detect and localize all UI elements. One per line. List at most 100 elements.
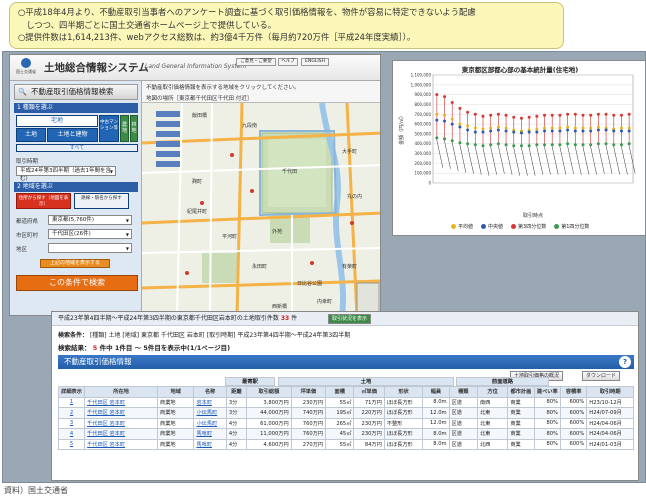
help-icon[interactable]: ? xyxy=(619,356,631,368)
table-cell: 商業地 xyxy=(156,428,195,440)
table-cell[interactable]: 馬喰町 xyxy=(193,428,227,440)
table-cell[interactable]: 3 xyxy=(57,417,86,429)
table-cell: 商業 xyxy=(507,407,535,419)
col-total-price[interactable]: 取引総額 xyxy=(246,386,292,398)
col-tsubo-price[interactable]: 坪単価 xyxy=(290,386,327,398)
data-point-1 xyxy=(519,131,523,135)
table-cell[interactable]: 小伝馬町 xyxy=(193,407,227,419)
table-cell[interactable]: 千代田区 岩本町 xyxy=(84,428,158,440)
col-region[interactable]: 地域 xyxy=(156,386,195,398)
col-city-plan[interactable]: 都市計画 xyxy=(507,386,535,398)
col-road-width[interactable]: 幅員 xyxy=(422,386,450,398)
table-cell[interactable]: 千代田区 岩本町 xyxy=(84,417,158,429)
table-cell: 商業 xyxy=(507,438,535,450)
period-select[interactable]: 平成24年第3四半期（過去1年間を含む） xyxy=(16,166,116,182)
data-point-3 xyxy=(558,143,562,147)
street-map-graphic[interactable]: 千代田 九段南 飯田橋 大手町 丸の内 有楽町 永田町 麹町 平河町 紀尾井町 … xyxy=(142,103,381,316)
show-area-button[interactable]: 上記の地域を表示する xyxy=(40,259,110,268)
table-cell[interactable]: 小伝馬町 xyxy=(193,417,227,429)
table-row[interactable]: 3 千代田区 岩本町 商業地 小伝馬町 4分 61,000万円 760万円 265㎡ 230万円… xyxy=(57,417,634,429)
results-window: 平成23年第4四半期～平成24年第3四半期の東京都千代田区岩本町の土地取引件数 … xyxy=(51,311,639,481)
price-table: 詳細表示 所在地 地域 名称 距離 取引総額 坪単価 面積 ㎡単価 形状 幅員 … xyxy=(57,386,634,450)
table-row[interactable]: 1 千代田区 岩本町 商業地 岩本町 3分 3,800万円 230万円 55㎡ 71万円 ほぼ長方… xyxy=(57,396,634,408)
col-detail[interactable]: 詳細表示 xyxy=(57,386,86,398)
type-mansion-button[interactable]: 中古マンション等 xyxy=(99,115,119,142)
col-location[interactable]: 所在地 xyxy=(84,386,158,398)
table-cell: 商業地 xyxy=(156,407,195,419)
type-forest-button[interactable]: 林地 xyxy=(130,115,138,142)
statistics-chart-window: 東京都区部都心部の基本統計量(住宅地) 1,100,000 1,000,000 90… xyxy=(392,60,645,236)
data-point-1 xyxy=(604,128,608,132)
y-tick-label: 100,000 xyxy=(414,171,431,176)
legend-item-q1: 第1四分位数 xyxy=(554,223,589,230)
data-point-0 xyxy=(543,126,547,130)
table-cell: 80% xyxy=(533,428,561,440)
table-cell: 4分 xyxy=(225,428,248,440)
col-coverage[interactable]: 建ぺい率 xyxy=(533,386,561,398)
data-point-3 xyxy=(481,144,485,148)
col-period[interactable]: 取引時期 xyxy=(586,386,634,398)
search-submit-button[interactable]: この条件で検索 xyxy=(16,275,138,291)
area-label: 地区 xyxy=(16,247,28,253)
type-takuchi-button[interactable]: 宅地 xyxy=(16,115,98,127)
type-land-button[interactable]: 土地 xyxy=(16,128,46,142)
table-cell[interactable]: 千代田区 岩本町 xyxy=(84,438,158,450)
table-cell[interactable]: 千代田区 岩本町 xyxy=(84,407,158,419)
col-area[interactable]: 面積 xyxy=(325,386,355,398)
table-row[interactable]: 2 千代田区 岩本町 商業地 小伝馬町 3分 44,000万円 740万円 195㎡ 220万円… xyxy=(57,407,634,419)
description-note: ○平成18年4月より、不動産取引当事者へのアンケート調査に基づく取引価格情報を、… xyxy=(9,2,564,49)
data-point-2 xyxy=(612,113,616,117)
data-point-1 xyxy=(443,119,447,123)
table-cell[interactable]: 4 xyxy=(57,428,86,440)
col-far[interactable]: 容積率 xyxy=(559,386,588,398)
data-point-0 xyxy=(627,126,631,130)
app-header: 国土交通省 土地総合情報システム Land General Informatio… xyxy=(10,55,380,81)
table-cell: H24/04-06月 xyxy=(586,428,634,440)
pref-select[interactable]: 東京都(5,760件) xyxy=(48,215,132,225)
col-road-type[interactable]: 種類 xyxy=(448,386,478,398)
table-cell: 商業地 xyxy=(156,396,195,408)
table-cell[interactable]: 馬喰町 xyxy=(193,438,227,450)
legend-swatch-q3-icon xyxy=(511,224,517,229)
legend-item-median: 中央値 xyxy=(481,223,503,230)
data-point-3 xyxy=(596,142,600,146)
data-point-2 xyxy=(489,113,493,117)
count-text: 件中 1件目 ～ 5件目を表示中(1/1ページ目) xyxy=(99,344,231,352)
data-point-3 xyxy=(519,144,523,148)
table-cell[interactable]: 5 xyxy=(57,438,86,450)
table-row[interactable]: 4 千代田区 岩本町 商業地 馬喰町 4分 11,000万円 760万円 45㎡ 230万円 ほぼ… xyxy=(57,428,634,440)
show-transaction-status-button[interactable]: 取引状況を表示 xyxy=(328,314,372,324)
table-cell[interactable]: 千代田区 岩本町 xyxy=(84,396,158,408)
city-select[interactable]: 千代田区(26件) xyxy=(48,229,132,239)
table-cell: H23/10-12月 xyxy=(586,396,634,408)
area-select[interactable] xyxy=(48,243,132,253)
col-shape[interactable]: 形状 xyxy=(383,386,424,398)
english-button[interactable]: ENGLISH xyxy=(301,58,329,66)
statistics-chart: 1,100,000 1,000,000 900,000 800,000 700,000 6… xyxy=(398,73,636,219)
table-cell: 商業地 xyxy=(156,438,195,450)
y-tick-label: 300,000 xyxy=(414,151,431,156)
type-all-button[interactable]: すべて xyxy=(16,144,138,152)
col-direction[interactable]: 方位 xyxy=(476,386,509,398)
map-label-kojimachi: 麹町 xyxy=(192,178,202,185)
type-farm-button[interactable]: 農地 xyxy=(120,115,129,142)
col-distance[interactable]: 距離 xyxy=(225,386,248,398)
download-button[interactable]: ダウンロード xyxy=(582,371,621,381)
type-land-building-button[interactable]: 土地と建物 xyxy=(47,128,98,142)
table-cell[interactable]: 岩本町 xyxy=(193,396,227,408)
table-cell: 45㎡ xyxy=(325,428,355,440)
table-row[interactable]: 5 千代田区 岩本町 商業地 馬喰町 4分 4,600万円 270万円 55㎡ 84万円 ほぼ長方… xyxy=(57,438,634,450)
table-cell[interactable]: 1 xyxy=(57,396,86,408)
search-by-station-button[interactable]: 路線・駅名から探す xyxy=(74,193,129,209)
data-point-1 xyxy=(504,129,508,133)
col-sqm-price[interactable]: ㎡単価 xyxy=(353,386,385,398)
table-cell: 740万円 xyxy=(290,407,327,419)
search-criteria: 検索条件： [種類] 土地 [地域] 東京都 千代田区 岩本町 [取引時期] 平… xyxy=(58,330,350,339)
col-station-name[interactable]: 名称 xyxy=(193,386,227,398)
data-point-2 xyxy=(512,115,516,119)
street-map[interactable]: 千代田 九段南 飯田橋 大手町 丸の内 有楽町 永田町 麹町 平河町 紀尾井町 … xyxy=(142,103,381,316)
feedback-button[interactable]: ご意見・ご要望 xyxy=(236,58,276,66)
search-by-address-button[interactable]: 住所から探す（地図を表示） xyxy=(16,193,71,209)
table-cell[interactable]: 2 xyxy=(57,407,86,419)
help-button[interactable]: ヘルプ xyxy=(278,58,298,66)
